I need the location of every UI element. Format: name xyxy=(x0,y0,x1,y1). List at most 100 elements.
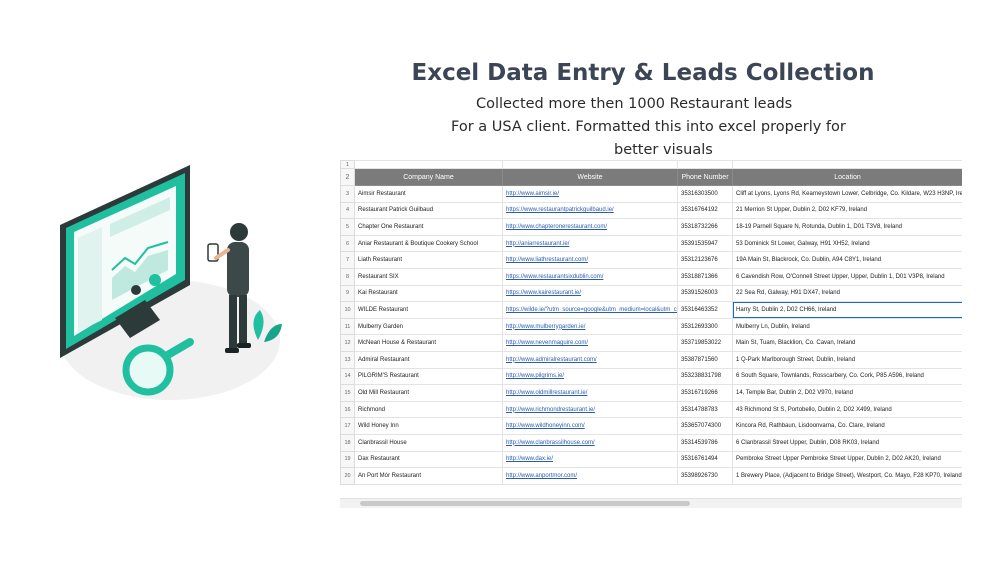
website-link[interactable]: http://www.mulberrygarden.ie/ xyxy=(502,317,678,336)
company-cell[interactable]: Restaurant SIX xyxy=(354,267,503,286)
phone-cell[interactable]: 35318732266 xyxy=(677,218,733,236)
website-link[interactable]: http://www.dax.ie/ xyxy=(502,450,678,469)
phone-cell[interactable]: 35316764192 xyxy=(677,201,733,220)
website-link[interactable]: http://www.oldmillrestaurant.ie/ xyxy=(502,384,678,402)
cell[interactable] xyxy=(732,160,962,169)
phone-cell[interactable]: 35316719266 xyxy=(677,384,733,402)
phone-cell[interactable]: 35312693300 xyxy=(677,317,733,336)
website-link[interactable]: http://www.anportmor.com/ xyxy=(502,467,678,485)
website-link[interactable]: http://www.nevenmaguire.com/ xyxy=(502,334,678,352)
company-cell[interactable]: Wild Honey Inn xyxy=(354,417,503,435)
location-cell[interactable]: 53 Dominick St Lower, Galway, H91 XH52, … xyxy=(732,234,962,253)
location-cell[interactable]: 18-19 Parnell Square N, Rotunda, Dublin … xyxy=(732,218,962,236)
location-cell[interactable]: Kincora Rd, Rathbaun, Lisdoonvarna, Co. … xyxy=(732,417,962,435)
row-number[interactable]: 15 xyxy=(340,384,355,402)
website-link[interactable]: http://www.chapteronerestaurant.com/ xyxy=(502,218,678,236)
location-cell[interactable]: 43 Richmond St S, Portobello, Dublin 2, … xyxy=(732,400,962,419)
location-cell[interactable]: 14, Temple Bar, Dublin 2, D02 V970, Irel… xyxy=(732,384,962,402)
row-number[interactable]: 7 xyxy=(340,251,355,269)
location-cell[interactable]: Cliff at Lyons, Lyons Rd, Kearneystown L… xyxy=(732,185,962,203)
website-link[interactable]: http://www.liathrestaurant.com/ xyxy=(502,251,678,269)
scrollbar-thumb[interactable] xyxy=(360,501,690,506)
location-cell[interactable]: 1 Q-Park Marlborough Street, Dublin, Ire… xyxy=(732,350,962,369)
phone-cell[interactable]: 35391535947 xyxy=(677,234,733,253)
row-number[interactable]: 13 xyxy=(340,350,355,369)
phone-cell[interactable]: 35316761494 xyxy=(677,450,733,469)
company-cell[interactable]: Clanbrassil House xyxy=(354,433,503,452)
phone-cell[interactable]: 35314539786 xyxy=(677,433,733,452)
location-cell[interactable]: 1 Brewery Place, (Adjacent to Bridge Str… xyxy=(732,467,962,485)
phone-cell[interactable]: 35391526003 xyxy=(677,284,733,303)
company-cell[interactable]: Restaurant Patrick Guilbaud xyxy=(354,201,503,220)
row-number[interactable]: 1 xyxy=(340,160,355,169)
company-cell[interactable]: WILDE Restaurant xyxy=(354,301,503,319)
company-cell[interactable]: An Port Mór Restaurant xyxy=(354,467,503,485)
row-number[interactable]: 9 xyxy=(340,284,355,303)
horizontal-scrollbar[interactable] xyxy=(340,498,962,508)
website-link[interactable]: http://www.richmondrestaurant.ie/ xyxy=(502,400,678,419)
location-cell[interactable]: 21 Merrion St Upper, Dublin 2, D02 KF79,… xyxy=(732,201,962,220)
website-link[interactable]: http://www.aimsir.ie/ xyxy=(502,185,678,203)
company-cell[interactable]: Liath Restaurant xyxy=(354,251,503,269)
website-link[interactable]: http://www.clanbrassilhouse.com/ xyxy=(502,433,678,452)
cell[interactable] xyxy=(502,160,678,169)
row-number[interactable]: 2 xyxy=(340,168,355,186)
row-number[interactable]: 3 xyxy=(340,185,355,203)
phone-cell[interactable]: 353238831798 xyxy=(677,367,733,386)
column-header-company[interactable]: Company Name xyxy=(354,168,503,186)
location-cell[interactable]: Main St, Tuam, Blacklion, Co. Cavan, Ire… xyxy=(732,334,962,352)
phone-cell[interactable]: 353657074300 xyxy=(677,417,733,435)
row-number[interactable]: 10 xyxy=(340,301,355,319)
location-cell[interactable]: Pembroke Street Upper Pembroke Street Up… xyxy=(732,450,962,469)
location-cell[interactable]: 6 Clanbrassil Street Upper, Dublin, D08 … xyxy=(732,433,962,452)
row-number[interactable]: 17 xyxy=(340,417,355,435)
location-cell[interactable]: Mulberry Ln, Dublin, Ireland xyxy=(732,317,962,336)
website-link[interactable]: https://www.kairestaurant.ie/ xyxy=(502,284,678,303)
website-link[interactable]: http://aniarrestaurant.ie/ xyxy=(502,234,678,253)
row-number[interactable]: 19 xyxy=(340,450,355,469)
phone-cell[interactable]: 35316303500 xyxy=(677,185,733,203)
company-cell[interactable]: Richmond xyxy=(354,400,503,419)
phone-cell[interactable]: 35312123676 xyxy=(677,251,733,269)
phone-cell[interactable]: 35314788783 xyxy=(677,400,733,419)
website-link[interactable]: https://www.restaurantpatrickguilbaud.ie… xyxy=(502,201,678,220)
row-number[interactable]: 18 xyxy=(340,433,355,452)
website-link[interactable]: https://www.restaurantsixdublin.com/ xyxy=(502,267,678,286)
phone-cell[interactable]: 35316463352 xyxy=(677,301,733,319)
company-cell[interactable]: Dax Restaurant xyxy=(354,450,503,469)
website-link[interactable]: http://www.wildhoneyinn.com/ xyxy=(502,417,678,435)
company-cell[interactable]: Admiral Restaurant xyxy=(354,350,503,369)
row-number[interactable]: 16 xyxy=(340,400,355,419)
company-cell[interactable]: Old Mill Restaurant xyxy=(354,384,503,402)
phone-cell[interactable]: 35318871366 xyxy=(677,267,733,286)
cell[interactable] xyxy=(354,160,503,169)
location-cell[interactable]: Harry St, Dublin 2, D02 CH66, Ireland xyxy=(732,301,962,319)
location-cell[interactable]: 22 Sea Rd, Galway, H91 DX47, Ireland xyxy=(732,284,962,303)
phone-cell[interactable]: 35387871560 xyxy=(677,350,733,369)
column-header-location[interactable]: Location xyxy=(732,168,962,186)
company-cell[interactable]: Chapter One Restaurant xyxy=(354,218,503,236)
row-number[interactable]: 4 xyxy=(340,201,355,220)
website-link[interactable]: http://www.pilgrims.ie/ xyxy=(502,367,678,386)
company-cell[interactable]: McNean House & Restaurant xyxy=(354,334,503,352)
phone-cell[interactable]: 35398926730 xyxy=(677,467,733,485)
row-number[interactable]: 5 xyxy=(340,218,355,236)
company-cell[interactable]: Mulberry Garden xyxy=(354,317,503,336)
row-number[interactable]: 14 xyxy=(340,367,355,386)
company-cell[interactable]: Aniar Restaurant & Boutique Cookery Scho… xyxy=(354,234,503,253)
phone-cell[interactable]: 353719853022 xyxy=(677,334,733,352)
row-number[interactable]: 20 xyxy=(340,467,355,485)
location-cell[interactable]: 19A Main St, Blackrock, Co. Dublin, A94 … xyxy=(732,251,962,269)
column-header-website[interactable]: Website xyxy=(502,168,678,186)
cell[interactable] xyxy=(677,160,733,169)
company-cell[interactable]: Aimsir Restaurant xyxy=(354,185,503,203)
website-link[interactable]: https://wilde.ie/?utm_source=google&utm_… xyxy=(502,301,678,319)
row-number[interactable]: 12 xyxy=(340,334,355,352)
company-cell[interactable]: PILGRIM'S Restaurant xyxy=(354,367,503,386)
row-number[interactable]: 8 xyxy=(340,267,355,286)
spreadsheet[interactable]: 1 2 Company Name Website Phone Number Lo… xyxy=(340,160,962,512)
location-cell[interactable]: 6 South Square, Townlands, Rosscarbery, … xyxy=(732,367,962,386)
company-cell[interactable]: Kai Restaurant xyxy=(354,284,503,303)
website-link[interactable]: http://www.admiralrestaurant.com/ xyxy=(502,350,678,369)
location-cell[interactable]: 6 Cavendish Row, O'Connell Street Upper,… xyxy=(732,267,962,286)
